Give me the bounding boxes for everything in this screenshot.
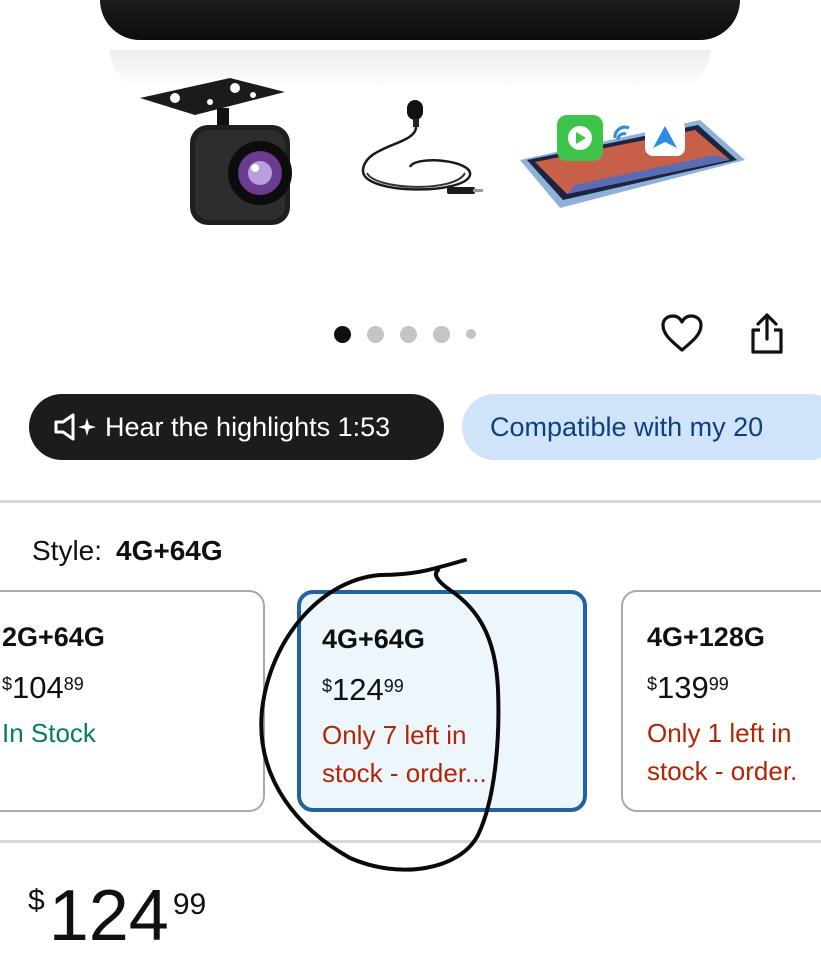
hear-highlights-button[interactable]: Hear the highlights 1:53 [29, 394, 444, 460]
share-button[interactable] [745, 311, 789, 355]
style-option-4g-64g[interactable]: 4G+64G $12499 Only 7 left in stock - ord… [297, 590, 587, 812]
product-price: $ 124 99 [28, 880, 206, 952]
backup-camera-image [140, 78, 292, 225]
product-image-carousel[interactable] [0, 0, 821, 300]
option-price: $10489 [2, 670, 84, 705]
style-label: Style: [32, 535, 103, 566]
speaker-sparkle-icon [54, 413, 96, 441]
style-option-2g-64g[interactable]: 2G+64G $10489 In Stock [0, 590, 265, 812]
option-name: 4G+128G [647, 622, 765, 652]
dash-cam-mirror-image [100, 0, 740, 40]
option-name: 2G+64G [2, 622, 105, 652]
microphone-image [361, 100, 483, 194]
carousel-dots[interactable] [334, 324, 476, 344]
hear-highlights-label: Hear the highlights 1:53 [105, 411, 391, 442]
option-name: 4G+64G [322, 624, 425, 654]
option-stock-status: Only 7 left in stock - order... [322, 720, 487, 788]
carousel-dot-4[interactable] [433, 325, 450, 343]
carousel-dot-1[interactable] [334, 325, 351, 343]
price-currency: $ [28, 884, 45, 917]
wishlist-button[interactable] [660, 311, 704, 355]
style-selected-value: 4G+64G [116, 535, 223, 566]
style-selector-header: Style: 4G+64G [32, 535, 223, 567]
carousel-dot-2[interactable] [367, 325, 384, 343]
carousel-dot-3[interactable] [400, 325, 417, 343]
section-divider [0, 500, 821, 503]
style-option-4g-128g[interactable]: 4G+128G $13999 Only 1 left in stock - or… [621, 590, 821, 812]
heart-icon [661, 314, 703, 352]
price-cents: 99 [172, 888, 207, 921]
option-price: $13999 [647, 670, 729, 705]
option-price: $12499 [322, 672, 404, 707]
compatibility-check-button[interactable]: Compatible with my 20 [462, 394, 821, 460]
compatibility-label: Compatible with my 20 [490, 411, 764, 442]
phone-carplay-image [520, 115, 745, 208]
section-divider [0, 840, 821, 843]
carousel-dot-5[interactable] [466, 329, 476, 339]
option-stock-status: In Stock [2, 718, 96, 748]
price-whole: 124 [48, 876, 169, 956]
option-stock-status: Only 1 left in stock - order. [647, 718, 798, 786]
share-icon [751, 313, 783, 354]
